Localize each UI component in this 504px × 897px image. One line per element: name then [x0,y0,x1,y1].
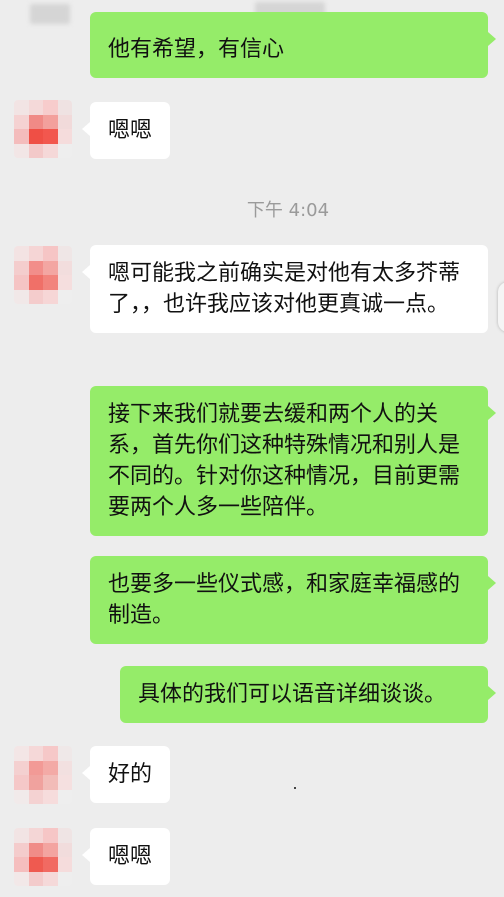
message-bubble-other[interactable]: 嗯嗯 [81,102,171,159]
message-text: 接下来我们就要去缓和两个人的关系，首先你们这种特殊情况和别人是不同的。针对你这种… [108,402,461,520]
message-bubble-self[interactable]: 也要多一些仪式感，和家庭幸福感的制造。 [90,556,496,644]
message-timestamp: 下午 4:04 [246,200,330,221]
speck [294,787,296,789]
message-text: 具体的我们可以语音详细谈谈。 [138,682,447,707]
message-bubble-other[interactable]: 嗯嗯 [81,828,171,885]
contact-avatar[interactable] [14,100,72,158]
message-text: 他有希望，有信心 [108,37,285,62]
message-text: 嗯嗯 [108,844,153,869]
blurred-block [30,4,70,24]
message-bubble-self[interactable]: 具体的我们可以语音详细谈谈。 [120,666,496,723]
scroll-handle[interactable] [498,282,504,332]
message-text: 好的 [108,762,153,787]
message-bubble-other[interactable]: 好的 [81,746,171,803]
message-bubble-other[interactable]: 嗯可能我之前确实是对他有太多芥蒂了，，也许我应该对他更真诚一点。 [82,245,488,333]
message-text: 嗯可能我之前确实是对他有太多芥蒂了，，也许我应该对他更真诚一点。 [108,261,461,317]
message-text: 嗯嗯 [108,118,153,143]
message-bubble-self[interactable]: 接下来我们就要去缓和两个人的关系，首先你们这种特殊情况和别人是不同的。针对你这种… [90,386,496,536]
message-bubble-self[interactable]: 他有希望，有信心 [90,12,496,78]
contact-avatar[interactable] [14,746,72,804]
message-text: 也要多一些仪式感，和家庭幸福感的制造。 [108,572,461,628]
contact-avatar[interactable] [14,828,72,886]
contact-avatar[interactable] [14,246,72,304]
